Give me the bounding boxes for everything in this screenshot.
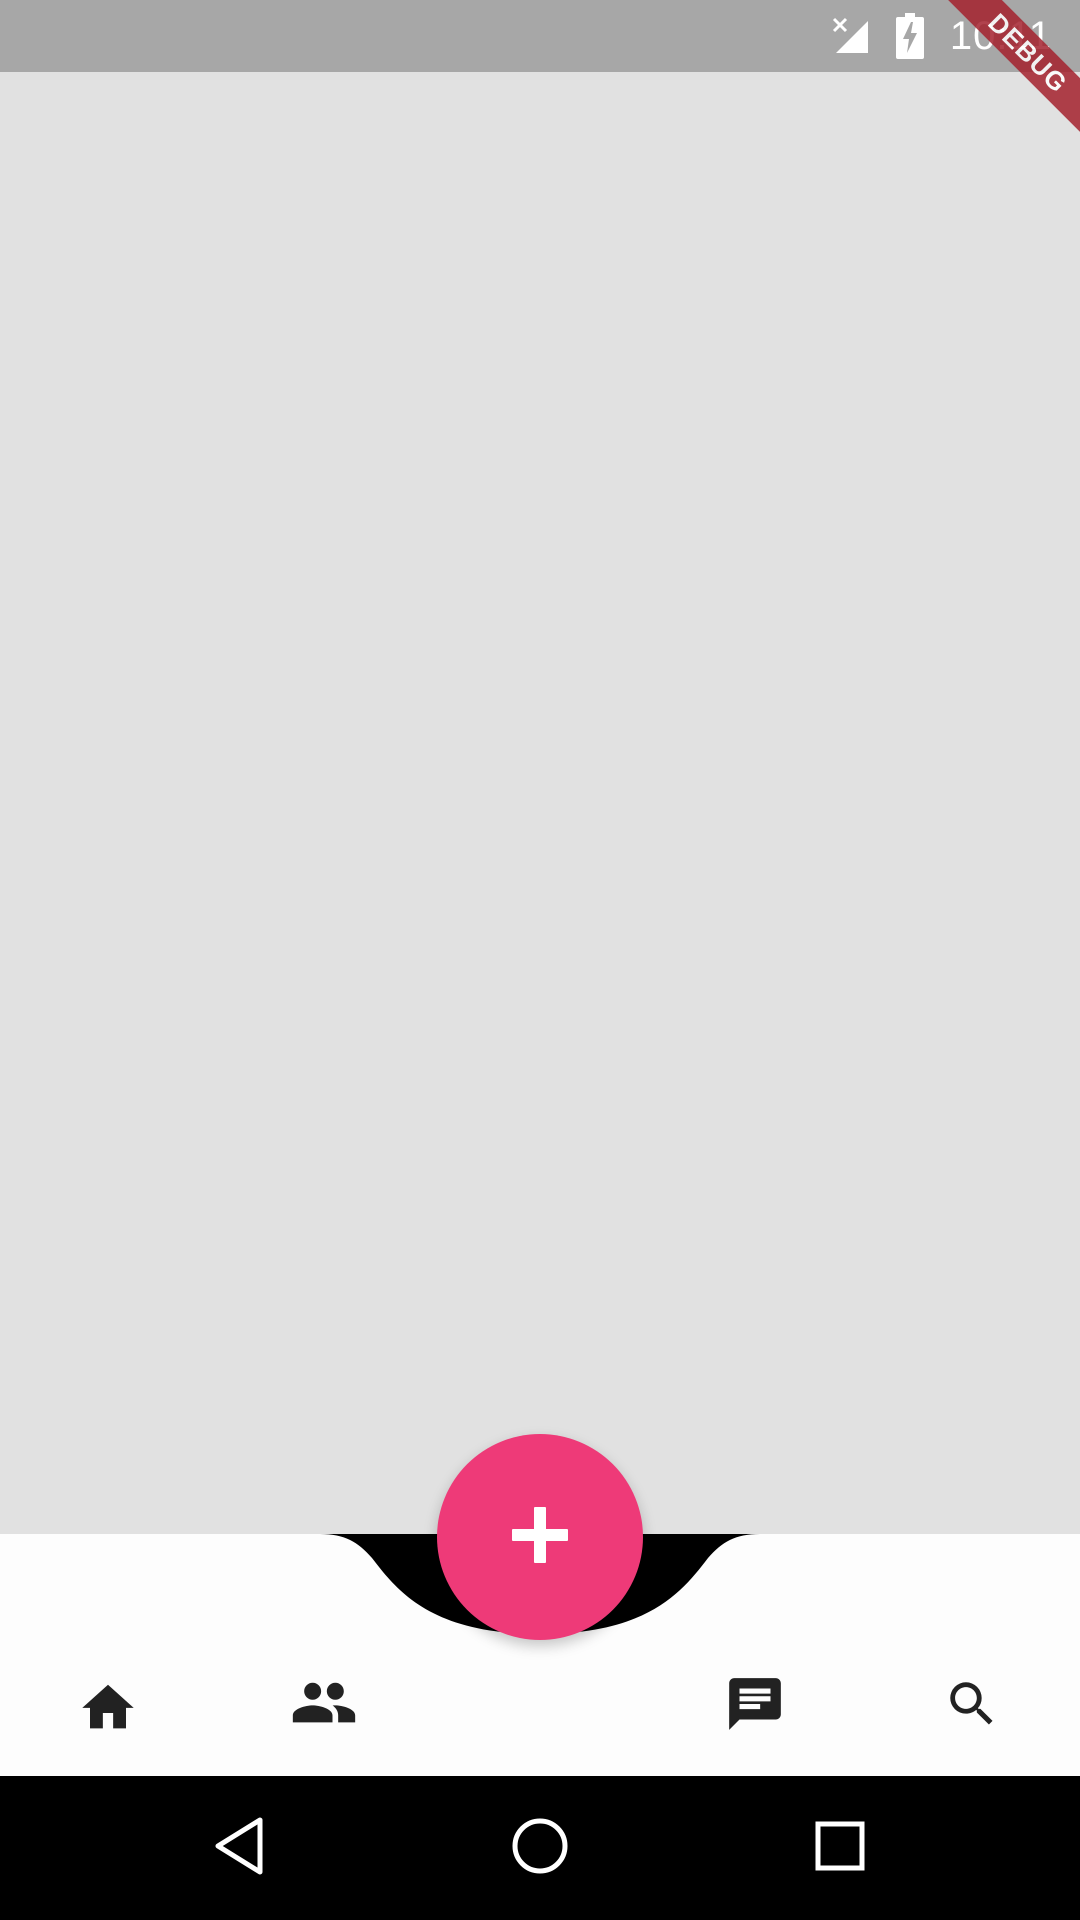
signal-no-data-icon [832, 17, 870, 55]
home-circle-icon [510, 1816, 570, 1880]
home-icon [77, 1677, 139, 1735]
recents-square-icon [814, 1820, 866, 1876]
status-time: 10:11 [949, 13, 1052, 58]
system-navigation-bar [0, 1776, 1080, 1920]
people-icon [290, 1679, 358, 1733]
status-bar: 10:11 [0, 0, 1080, 72]
battery-charging-icon [895, 13, 924, 59]
nav-people-button[interactable] [269, 1651, 379, 1761]
system-home-button[interactable] [492, 1800, 588, 1896]
nav-home-button[interactable] [53, 1651, 163, 1761]
system-recents-button[interactable] [792, 1800, 888, 1896]
main-content-area [0, 72, 1080, 1534]
system-back-button[interactable] [192, 1800, 288, 1896]
nav-search-button[interactable] [917, 1651, 1027, 1761]
back-triangle-icon [212, 1816, 268, 1880]
add-icon [512, 1507, 568, 1567]
chat-icon [724, 1673, 786, 1739]
nav-chat-button[interactable] [700, 1651, 810, 1761]
add-fab-button[interactable] [437, 1434, 643, 1640]
search-icon [943, 1675, 1001, 1737]
